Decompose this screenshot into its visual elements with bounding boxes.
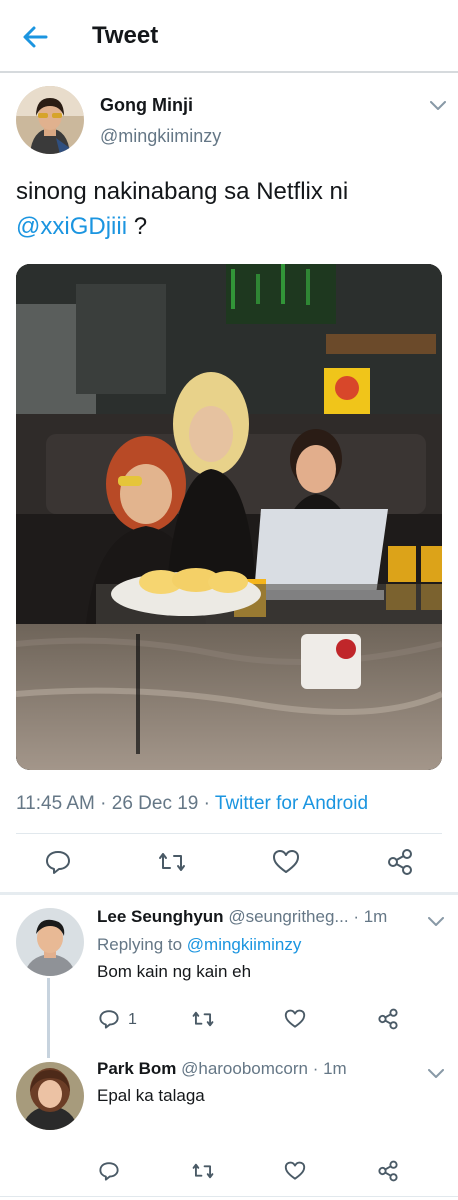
tweet-photo[interactable] xyxy=(16,264,442,770)
chevron-down-icon[interactable] xyxy=(428,914,444,926)
tweet-text-body: sinong nakinabang sa Netflix ni xyxy=(16,178,349,205)
avatar[interactable] xyxy=(16,908,84,976)
section-divider xyxy=(0,892,458,895)
chevron-down-icon[interactable] xyxy=(430,98,446,110)
tweet-timestamp: 11:45 AM · 26 Dec 19 · xyxy=(16,793,215,814)
like-heart-icon[interactable] xyxy=(284,1161,306,1186)
divider xyxy=(16,833,442,834)
page-title: Tweet xyxy=(92,22,159,49)
reply-author-handle[interactable]: @haroobomcorn xyxy=(181,1059,308,1078)
avatar[interactable] xyxy=(16,1062,84,1130)
retweet-icon[interactable] xyxy=(191,1160,215,1187)
author-name[interactable]: Gong Minji xyxy=(100,95,193,116)
reply-time: · 1m xyxy=(348,907,388,926)
share-icon[interactable] xyxy=(377,1008,399,1035)
reply-author-name[interactable]: Lee Seunghyun xyxy=(97,907,224,926)
like-heart-icon[interactable] xyxy=(272,849,300,880)
avatar[interactable] xyxy=(16,86,84,154)
reply-header: Park Bom @haroobomcorn · 1m xyxy=(97,1059,347,1079)
tweet-text-end: ? xyxy=(127,213,148,240)
like-heart-icon[interactable] xyxy=(284,1009,306,1034)
reply-icon[interactable] xyxy=(44,848,72,881)
reply-time: · 1m xyxy=(308,1059,347,1078)
share-icon[interactable] xyxy=(377,1160,399,1187)
reply-icon[interactable] xyxy=(98,1160,120,1187)
reply-author-name[interactable]: Park Bom xyxy=(97,1059,176,1078)
retweet-icon[interactable] xyxy=(191,1008,215,1035)
divider xyxy=(0,1196,458,1197)
tweet-source-link[interactable]: Twitter for Android xyxy=(215,793,368,814)
replying-to-label: Replying to xyxy=(97,935,187,954)
share-icon[interactable] xyxy=(386,848,414,881)
back-arrow-icon[interactable] xyxy=(18,20,52,54)
reply-text: Bom kain ng kain eh xyxy=(97,962,252,981)
header-divider xyxy=(0,71,458,73)
reply-text: Epal ka talaga xyxy=(97,1086,205,1105)
reply-icon[interactable] xyxy=(98,1008,120,1035)
reply-header: Lee Seunghyun @seungritheg... · 1m xyxy=(97,907,387,927)
reply-author-handle[interactable]: @seungritheg... xyxy=(228,907,348,926)
chevron-down-icon[interactable] xyxy=(428,1066,444,1078)
mention-link[interactable]: @xxiGDjiii xyxy=(16,213,127,240)
tweet-text: sinong nakinabang sa Netflix ni @xxiGDji… xyxy=(16,174,436,244)
top-bar: Tweet xyxy=(0,0,458,73)
retweet-icon[interactable] xyxy=(157,848,187,881)
tweet-meta: 11:45 AM · 26 Dec 19 · Twitter for Andro… xyxy=(16,793,368,815)
replying-to-handle[interactable]: @mingkiiminzy xyxy=(187,935,302,954)
reply-count: 1 xyxy=(128,1011,137,1028)
replying-to: Replying to @mingkiiminzy xyxy=(97,935,301,955)
thread-line xyxy=(47,978,50,1058)
author-handle[interactable]: @mingkiiminzy xyxy=(100,126,221,147)
